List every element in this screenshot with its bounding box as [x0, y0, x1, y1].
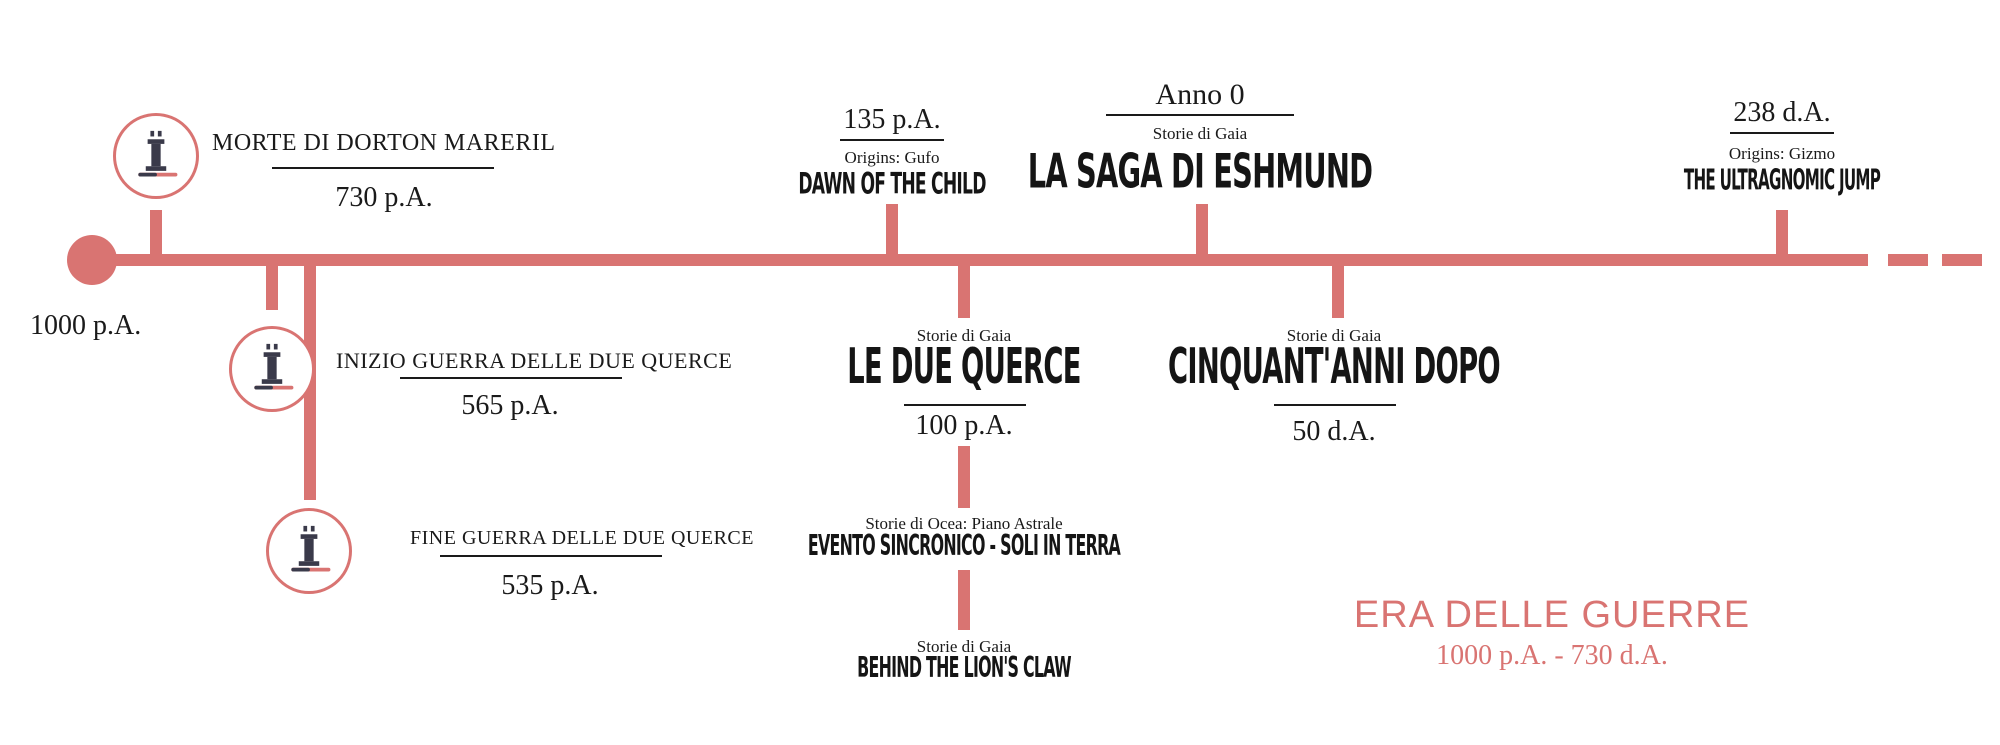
- book-title-eshmund: LA SAGA DI ESHMUND: [1027, 145, 1373, 200]
- tick-inizio: [266, 264, 278, 310]
- event-date-dorton: 730 p.A.: [335, 182, 433, 213]
- divider: [1730, 132, 1834, 134]
- event-date-inizio: 565 p.A.: [461, 390, 559, 421]
- divider: [840, 139, 944, 141]
- divider: [1106, 114, 1294, 116]
- tick-querce: [958, 264, 970, 318]
- book-title-jump: THE ULTRAGNOMIC JUMP: [1683, 163, 1881, 197]
- divider: [904, 404, 1026, 406]
- timeline-start-dot: [67, 235, 117, 285]
- event-date-fine: 535 p.A.: [501, 570, 599, 601]
- divider: [272, 167, 494, 169]
- series-jump: Origins: Gizmo: [1728, 144, 1836, 163]
- timeline-dash-1: [1888, 254, 1928, 266]
- event-date-child: 135 p.A.: [843, 104, 941, 135]
- divider: [1274, 404, 1396, 406]
- tick-child: [886, 204, 898, 256]
- start-label: 1000 p.A.: [30, 310, 142, 341]
- pillar-icon: [229, 326, 315, 412]
- series-child: Origins: Gufo: [844, 148, 940, 167]
- series-eshmund: Storie di Gaia: [1152, 124, 1248, 143]
- timeline-main-line: [90, 254, 1868, 266]
- book-title-querce: LE DUE QUERCE: [847, 337, 1081, 395]
- event-date-jump: 238 d.A.: [1733, 97, 1831, 128]
- event-title-dorton: MORTE DI DORTON MARERIL: [212, 130, 556, 156]
- book-title-lion: BEHIND THE LION'S CLAW: [857, 652, 1071, 685]
- event-title-inizio: INIZIO GUERRA DELLE DUE QUERCE: [336, 348, 733, 373]
- divider: [400, 377, 622, 379]
- event-date-querce: 100 p.A.: [915, 410, 1013, 441]
- timeline-dash-2: [1942, 254, 1982, 266]
- event-title-fine: FINE GUERRA DELLE DUE QUERCE: [410, 527, 754, 549]
- era-title: ERA DELLE GUERRE: [1353, 594, 1751, 636]
- pillar-icon: [113, 113, 199, 199]
- tick-cinquant: [1332, 264, 1344, 318]
- event-date-cinquant: 50 d.A.: [1292, 416, 1376, 447]
- divider: [440, 555, 662, 557]
- tick-jump: [1776, 210, 1788, 256]
- tick-querce-sincronico: [958, 446, 970, 508]
- tick-dorton: [150, 210, 162, 256]
- tick-eshmund: [1196, 204, 1208, 256]
- tick-sincronico-lion: [958, 570, 970, 630]
- book-title-cinquant: CINQUANT'ANNI DOPO: [1168, 337, 1501, 395]
- pillar-icon: [266, 508, 352, 594]
- book-title-child: DAWN OF THE CHILD: [798, 167, 986, 202]
- event-date-eshmund: Anno 0: [1155, 78, 1245, 111]
- era-range: 1000 p.A. - 730 d.A.: [1436, 640, 1668, 671]
- book-title-sincronico: EVENTO SINCRONICO - SOLI IN TERRA: [807, 530, 1121, 563]
